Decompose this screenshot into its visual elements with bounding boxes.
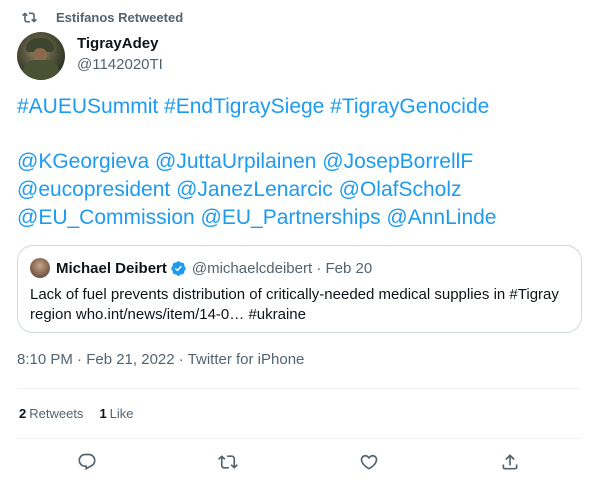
- retweet-button[interactable]: [217, 451, 239, 473]
- like-button[interactable]: [358, 451, 380, 473]
- quote-header: Michael Deibert @michaelcdeibert · Feb 2…: [56, 260, 372, 277]
- share-button[interactable]: [499, 451, 521, 473]
- author-avatar[interactable]: [17, 32, 65, 80]
- like-icon: [360, 454, 378, 470]
- retweet-icon: [218, 455, 238, 469]
- tweet-mentions-line-3[interactable]: @EU_Commission @EU_Partnerships @AnnLind…: [17, 204, 587, 232]
- tweet-stats: 2 Retweets 1 Like: [19, 406, 150, 421]
- quote-text-line-1: Lack of fuel prevents distribution of cr…: [30, 286, 559, 303]
- retweets-stat[interactable]: 2 Retweets: [19, 406, 83, 421]
- tweet-mentions-line-2[interactable]: @eucopresident @JanezLenarcic @OlafSchol…: [17, 176, 587, 204]
- likes-stat[interactable]: 1 Like: [99, 406, 133, 421]
- quote-handle-date: @michaelcdeibert · Feb 20: [191, 260, 373, 277]
- retweets-label: Retweets: [29, 406, 84, 421]
- verified-icon: [171, 261, 186, 276]
- tweet-hashtags-line[interactable]: #AUEUSummit #EndTigraySiege #TigrayGenoc…: [17, 93, 587, 121]
- quote-author-name: Michael Deibert: [56, 260, 167, 277]
- quote-text-line-2: region who.int/news/item/14-0… #ukraine: [30, 306, 306, 323]
- retweets-count: 2: [19, 406, 27, 421]
- author-display-name[interactable]: TigrayAdey: [77, 35, 158, 52]
- divider: [17, 438, 581, 439]
- quoted-tweet[interactable]: Michael Deibert @michaelcdeibert · Feb 2…: [17, 245, 582, 333]
- tweet-text: #AUEUSummit #EndTigraySiege #TigrayGenoc…: [17, 93, 587, 232]
- quote-text: Lack of fuel prevents distribution of cr…: [30, 285, 575, 325]
- action-bar: [0, 451, 598, 477]
- reply-icon: [78, 453, 96, 471]
- likes-label: Like: [109, 406, 134, 421]
- divider: [17, 388, 581, 389]
- retweet-banner: Estifanos Retweeted: [22, 9, 183, 25]
- quote-avatar: [30, 258, 50, 278]
- retweet-banner-text[interactable]: Estifanos Retweeted: [56, 10, 183, 25]
- author-handle[interactable]: @1142020TI: [77, 56, 163, 73]
- retweet-icon: [22, 11, 37, 23]
- share-icon: [502, 454, 518, 470]
- likes-count: 1: [99, 406, 107, 421]
- reply-button[interactable]: [76, 451, 98, 473]
- tweet-timestamp-source[interactable]: 8:10 PM · Feb 21, 2022 · Twitter for iPh…: [17, 351, 304, 368]
- tweet-mentions-line-1[interactable]: @KGeorgieva @JuttaUrpilainen @JosepBorre…: [17, 148, 587, 176]
